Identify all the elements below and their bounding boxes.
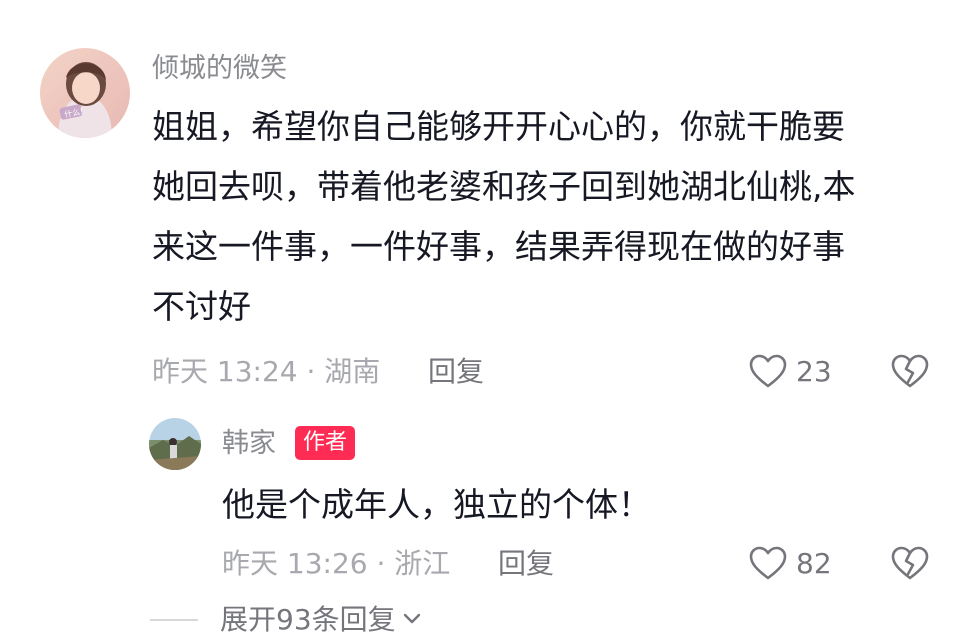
like-count: 23 — [796, 355, 832, 388]
avatar-landscape-photo — [149, 418, 201, 470]
like-button[interactable]: 23 — [748, 352, 832, 392]
chevron-down-icon — [402, 611, 422, 630]
reply-username[interactable]: 韩家 — [222, 430, 276, 457]
heart-outline-icon — [749, 546, 787, 580]
comment-text-line: 姐姐，希望你自己能够开开心心的，你就干脆要 — [152, 107, 845, 146]
divider-line — [150, 619, 198, 621]
heart-outline-icon — [749, 354, 787, 388]
avatar-girl-photo: 什么! — [40, 48, 130, 138]
like-button[interactable]: 82 — [748, 544, 832, 584]
comment-text-line: 她回去呗，带着他老婆和孩子回到她湖北仙桃,本 — [152, 167, 856, 206]
user-avatar[interactable] — [149, 418, 201, 470]
comment-timestamp-location: 昨天 13:24 · 湖南 — [152, 355, 381, 388]
comment-text-line: 来这一件事，一件好事，结果弄得现在做的好事 — [152, 227, 845, 266]
expand-replies-button[interactable]: 展开93条回复 — [150, 606, 422, 634]
author-badge: 作者 — [295, 426, 356, 460]
reply-timestamp-location: 昨天 13:26 · 浙江 — [222, 547, 451, 580]
broken-heart-icon — [891, 354, 929, 388]
expand-replies-label: 展开93条回复 — [220, 603, 396, 636]
reply-button[interactable]: 回复 — [498, 550, 554, 578]
comment-username[interactable]: 倾城的微笑 — [152, 55, 287, 82]
like-count: 82 — [796, 547, 832, 580]
dislike-button[interactable] — [890, 544, 930, 588]
comment-text-line: 不讨好 — [152, 287, 251, 326]
broken-heart-icon — [891, 546, 929, 580]
comment-text: 姐姐，希望你自己能够开开心心的，你就干脆要 她回去呗，带着他老婆和孩子回到她湖北… — [152, 97, 932, 337]
reply-button[interactable]: 回复 — [428, 358, 484, 386]
reply-text: 他是个成年人，独立的个体！ — [222, 485, 651, 524]
user-avatar[interactable]: 什么! — [40, 48, 130, 138]
dislike-button[interactable] — [890, 352, 930, 396]
